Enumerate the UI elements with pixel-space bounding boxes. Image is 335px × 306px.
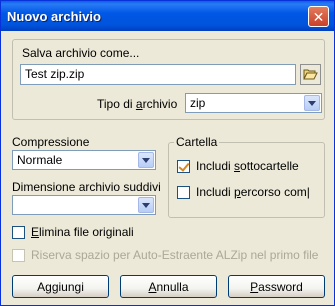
archive-type-value: zip <box>190 96 206 110</box>
compression-value: Normale <box>17 153 63 167</box>
add-button[interactable]: Ag giungi <box>12 275 109 298</box>
chevron-down-icon[interactable] <box>138 152 154 168</box>
window-title: Nuovo archivio <box>7 9 101 24</box>
filename-value: Test zip.zip <box>25 67 85 81</box>
new-archive-dialog: Nuovo archivio ✕ Salva archivio come... … <box>0 0 335 306</box>
include-subfolders-checkbox[interactable] <box>177 160 190 173</box>
chevron-down-icon[interactable] <box>304 95 320 111</box>
chevron-down-icon[interactable] <box>138 197 154 213</box>
compression-select[interactable]: Normale <box>12 150 156 170</box>
close-button[interactable]: ✕ <box>308 6 329 27</box>
browse-folder-button[interactable] <box>300 64 321 85</box>
include-path-label[interactable]: Includi percorso com| <box>196 185 310 199</box>
folder-group <box>168 142 325 218</box>
compression-label: Compressione <box>12 135 90 149</box>
archive-type-select[interactable]: zip <box>185 93 322 113</box>
delete-originals-checkbox[interactable] <box>12 226 25 239</box>
cancel-button[interactable]: Annulla <box>120 275 217 298</box>
archive-type-label: Tipo di archivio <box>97 97 178 111</box>
folder-group-label: Cartella <box>174 135 220 149</box>
filename-input[interactable]: Test zip.zip <box>20 64 296 85</box>
open-folder-icon <box>303 69 318 80</box>
delete-originals-label[interactable]: Elimina file originali <box>31 225 134 239</box>
title-bar[interactable]: Nuovo archivio ✕ <box>1 1 334 31</box>
save-as-label: Salva archivio come... <box>22 46 140 60</box>
include-path-checkbox[interactable] <box>177 186 190 199</box>
archive-split-size-select[interactable] <box>12 195 156 215</box>
close-icon: ✕ <box>312 8 325 25</box>
include-subfolders-label[interactable]: Includi sottocartelle <box>196 159 299 173</box>
password-button[interactable]: Password <box>228 275 325 298</box>
archive-split-size-label: Dimensione archivio suddivi <box>12 180 161 194</box>
reserve-space-checkbox[interactable] <box>12 249 25 262</box>
reserve-space-label: Riserva spazio per Auto-Estraente ALZip … <box>31 248 319 262</box>
